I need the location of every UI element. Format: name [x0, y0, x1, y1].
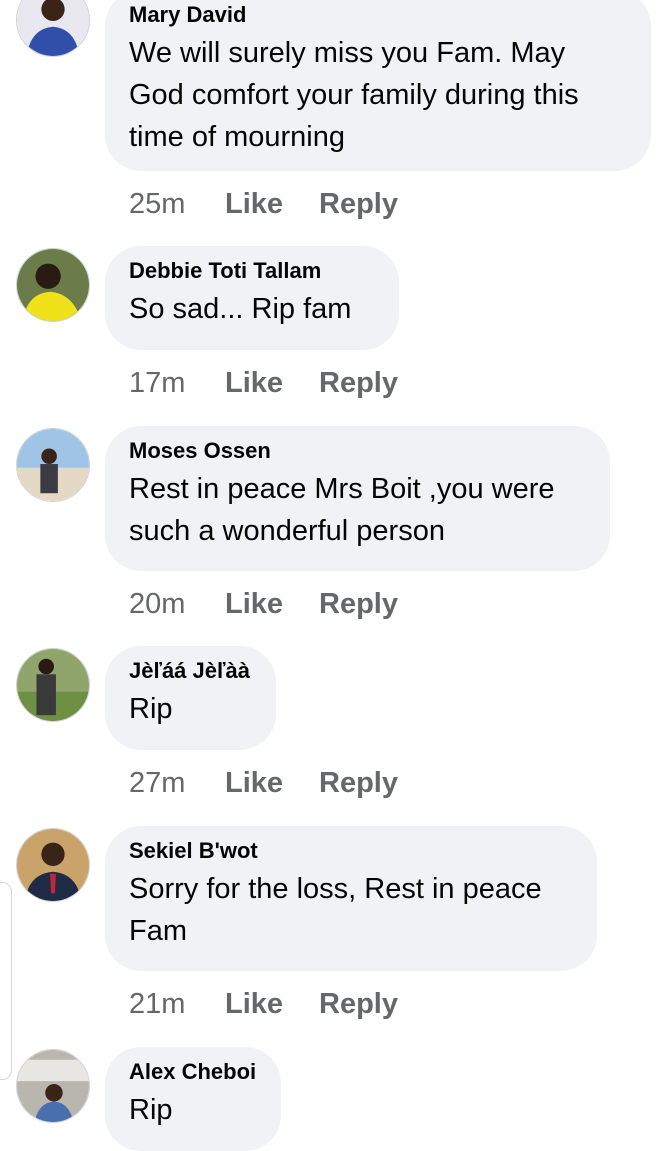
comment-actions: 27m Like Reply: [129, 765, 398, 801]
comment-text: So sad... Rip fam: [129, 293, 352, 325]
comment-author[interactable]: Alex Cheboi: [129, 1059, 257, 1085]
avatar[interactable]: [16, 648, 90, 722]
like-button[interactable]: Like: [225, 765, 319, 801]
comment-author[interactable]: Mary David: [129, 2, 627, 28]
like-button[interactable]: Like: [225, 986, 319, 1022]
comment-bubble: Alex Cheboi Rip: [105, 1047, 281, 1151]
comment-bubble: Sekiel B'wot Sorry for the loss, Rest in…: [105, 826, 597, 971]
comment-timestamp[interactable]: 27m: [129, 765, 225, 801]
comment-author[interactable]: Sekiel B'wot: [129, 838, 573, 864]
comment-bubble: Moses Ossen Rest in peace Mrs Boit ,you …: [105, 426, 610, 571]
avatar[interactable]: [16, 248, 90, 322]
profile-photo-icon: [17, 429, 89, 501]
profile-photo-icon: [17, 249, 89, 321]
comment-timestamp[interactable]: 21m: [129, 986, 225, 1022]
comment-author[interactable]: Moses Ossen: [129, 438, 586, 464]
side-panel-edge: [0, 882, 12, 1080]
profile-photo-icon: [17, 0, 89, 56]
profile-photo-icon: [17, 829, 89, 901]
comment-actions: 17m Like Reply: [129, 365, 398, 401]
comment-actions: 21m Like Reply: [129, 986, 398, 1022]
avatar[interactable]: [16, 828, 90, 902]
comment-bubble: Mary David We will surely miss you Fam. …: [105, 0, 651, 171]
avatar[interactable]: [16, 428, 90, 502]
comment-text: Rip: [129, 693, 173, 725]
comment-text: Sorry for the loss, Rest in peace Fam: [129, 873, 542, 947]
comment-timestamp[interactable]: 25m: [129, 186, 225, 222]
comment-actions: 25m Like Reply: [129, 186, 398, 222]
profile-photo-icon: [17, 1050, 89, 1122]
like-button[interactable]: Like: [225, 186, 319, 222]
reply-button[interactable]: Reply: [319, 586, 398, 622]
comment-timestamp[interactable]: 20m: [129, 586, 225, 622]
reply-button[interactable]: Reply: [319, 986, 398, 1022]
avatar[interactable]: [16, 1049, 90, 1123]
reply-button[interactable]: Reply: [319, 765, 398, 801]
comment-text: Rest in peace Mrs Boit ,you were such a …: [129, 473, 555, 547]
avatar[interactable]: [16, 0, 90, 57]
like-button[interactable]: Like: [225, 365, 319, 401]
reply-button[interactable]: Reply: [319, 186, 398, 222]
comment-actions: 20m Like Reply: [129, 586, 398, 622]
comment-author[interactable]: Jèľáá Jèľàà: [129, 658, 252, 684]
comment-bubble: Jèľáá Jèľàà Rip: [105, 646, 276, 750]
profile-photo-icon: [17, 649, 89, 721]
comment-author[interactable]: Debbie Toti Tallam: [129, 258, 375, 284]
reply-button[interactable]: Reply: [319, 365, 398, 401]
like-button[interactable]: Like: [225, 586, 319, 622]
comment-bubble: Debbie Toti Tallam So sad... Rip fam: [105, 246, 399, 350]
comment-timestamp[interactable]: 17m: [129, 365, 225, 401]
comment-text: We will surely miss you Fam. May God com…: [129, 37, 579, 153]
comment-text: Rip: [129, 1094, 173, 1126]
